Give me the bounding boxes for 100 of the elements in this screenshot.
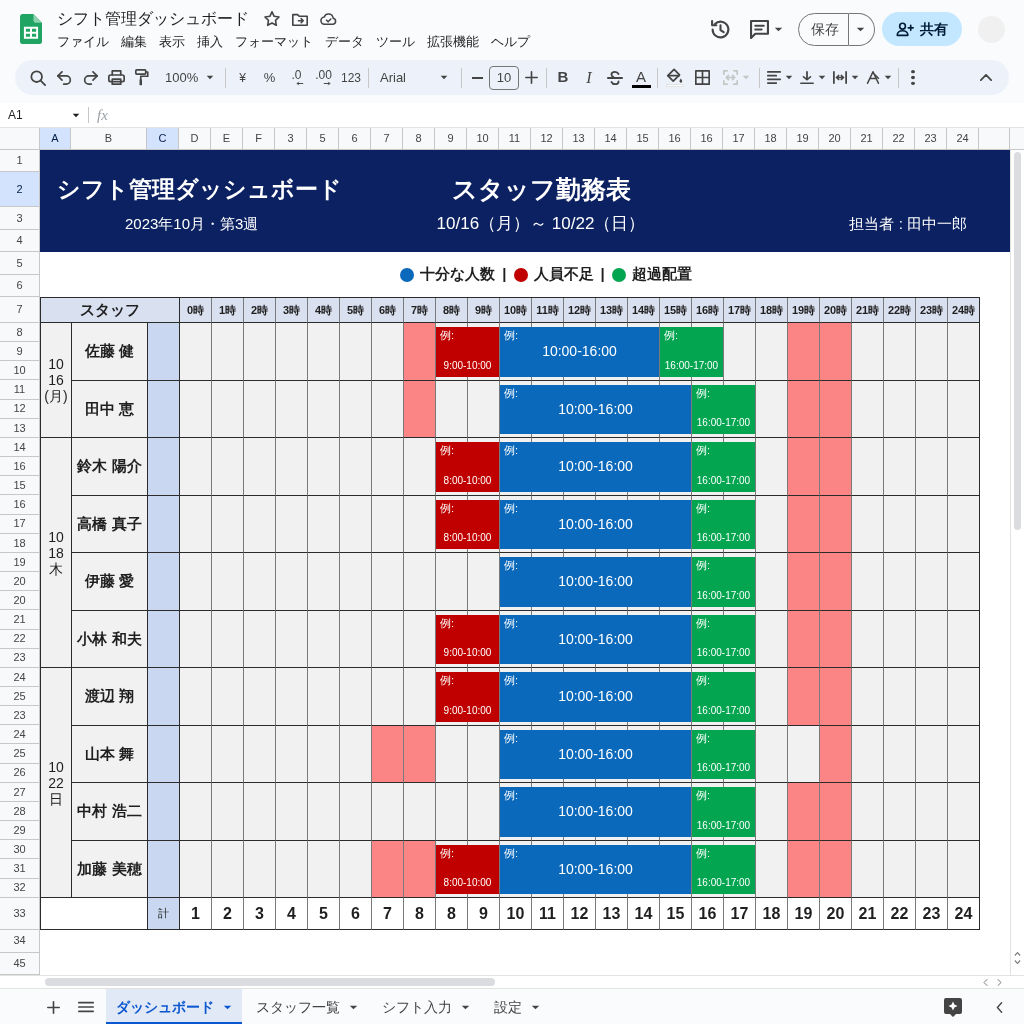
scrollbar-thumb[interactable] bbox=[45, 978, 495, 986]
column-header[interactable]: C bbox=[147, 128, 179, 150]
scroll-up-icon[interactable] bbox=[1014, 951, 1021, 956]
currency-button[interactable]: ¥ bbox=[229, 64, 256, 91]
row-header[interactable]: 23 bbox=[0, 706, 40, 726]
row-header[interactable]: 20 bbox=[0, 591, 40, 611]
italic-button[interactable]: I bbox=[576, 64, 602, 91]
plus-icon[interactable] bbox=[524, 71, 538, 84]
print-icon[interactable] bbox=[107, 70, 125, 85]
paint-format-icon[interactable] bbox=[135, 69, 149, 86]
row-header[interactable]: 24 bbox=[0, 667, 40, 687]
sheet-tab[interactable]: ダッシュボード bbox=[106, 989, 242, 1024]
search-icon[interactable] bbox=[30, 69, 46, 86]
number-format-button[interactable]: 123 bbox=[337, 64, 365, 91]
row-header[interactable]: 24 bbox=[0, 725, 40, 745]
row-header[interactable]: 27 bbox=[0, 782, 40, 802]
chevron-left-icon[interactable] bbox=[996, 1001, 1003, 1013]
borders-icon[interactable] bbox=[694, 70, 710, 85]
row-header[interactable]: 32 bbox=[0, 878, 40, 898]
zoom-dropdown[interactable]: 100% bbox=[155, 64, 222, 91]
row-header[interactable]: 29 bbox=[0, 821, 40, 841]
explore-icon[interactable] bbox=[944, 997, 962, 1017]
menu-item[interactable]: 挿入 bbox=[197, 32, 223, 52]
star-icon[interactable] bbox=[264, 11, 280, 27]
table-header-cell: 23時 bbox=[916, 298, 948, 323]
shift-label: 例: bbox=[440, 845, 455, 861]
scrollbar-thumb[interactable] bbox=[1014, 152, 1021, 530]
menu-item[interactable]: データ bbox=[325, 32, 364, 52]
menu-item[interactable]: 表示 bbox=[159, 32, 185, 52]
row-header[interactable]: 16 bbox=[0, 457, 40, 477]
column-header[interactable]: A bbox=[40, 128, 71, 150]
menu-item[interactable]: 編集 bbox=[121, 32, 147, 52]
name-box[interactable]: A1 bbox=[0, 104, 84, 126]
caret-icon bbox=[72, 112, 80, 118]
strikethrough-icon[interactable] bbox=[607, 69, 623, 86]
menu-item[interactable]: ツール bbox=[376, 32, 415, 52]
shift-time: 9:00-10:00 bbox=[443, 703, 492, 717]
more-icon[interactable] bbox=[911, 70, 915, 85]
decrease-decimal-button[interactable]: .0 bbox=[283, 64, 310, 91]
total-cell: 2 bbox=[212, 898, 244, 930]
total-cell: 19 bbox=[788, 898, 820, 930]
shift-label: 例: bbox=[440, 673, 455, 688]
grid-cell bbox=[884, 380, 916, 438]
share-button[interactable]: 共有 bbox=[882, 12, 962, 46]
row-header[interactable]: 16 bbox=[0, 495, 40, 515]
add-sheet-icon[interactable] bbox=[47, 1000, 60, 1014]
chevron-up-icon[interactable] bbox=[980, 74, 992, 81]
row-header[interactable]: 17 bbox=[0, 514, 40, 534]
row-header[interactable]: 33 bbox=[0, 897, 40, 930]
minus-icon[interactable] bbox=[471, 76, 483, 79]
row-header[interactable]: 11 bbox=[0, 380, 40, 400]
shift-label: 例: bbox=[696, 385, 711, 401]
sheet-tab[interactable]: 設定 bbox=[484, 989, 550, 1024]
menu-item[interactable]: フォーマット bbox=[235, 32, 313, 52]
menu-item[interactable]: ヘルプ bbox=[491, 32, 530, 52]
fill-color-icon[interactable] bbox=[665, 68, 684, 87]
text-color-button[interactable]: A bbox=[631, 67, 651, 88]
row-header[interactable]: 25 bbox=[0, 686, 40, 707]
row-header[interactable]: 31 bbox=[0, 859, 40, 879]
font-size-field[interactable]: 10 bbox=[489, 65, 519, 90]
table-header-cell: 19時 bbox=[788, 298, 820, 323]
row-header[interactable]: 12 bbox=[0, 399, 40, 419]
row-header[interactable]: 7 bbox=[0, 297, 40, 323]
folder-icon[interactable] bbox=[292, 12, 308, 26]
percent-button[interactable]: % bbox=[256, 64, 283, 91]
row-header[interactable]: 22 bbox=[0, 629, 40, 649]
row-header[interactable]: 28 bbox=[0, 801, 40, 822]
menu-item[interactable]: ファイル bbox=[57, 32, 109, 52]
alert-cell bbox=[820, 495, 852, 553]
history-icon[interactable] bbox=[710, 18, 731, 40]
row-header[interactable]: 25 bbox=[0, 744, 40, 764]
document-title[interactable]: シフト管理ダッシュボード bbox=[57, 6, 249, 32]
row-header[interactable]: 23 bbox=[0, 648, 40, 668]
menu-item[interactable]: 拡張機能 bbox=[427, 32, 479, 52]
row-header[interactable]: 2 bbox=[0, 172, 40, 207]
row-header[interactable]: 15 bbox=[0, 476, 40, 496]
row-header[interactable]: 26 bbox=[0, 763, 40, 783]
table-header-cell: 14時 bbox=[628, 298, 660, 323]
row-header[interactable]: 20 bbox=[0, 572, 40, 592]
row-header[interactable]: 8 bbox=[0, 323, 40, 343]
increase-decimal-button[interactable]: .00 bbox=[310, 64, 337, 91]
row-header[interactable]: 9 bbox=[0, 342, 40, 362]
cloud-icon[interactable] bbox=[320, 13, 337, 25]
scroll-down-icon[interactable] bbox=[1014, 960, 1021, 965]
sheet-tab[interactable]: シフト入力 bbox=[372, 989, 480, 1024]
row-header[interactable]: 14 bbox=[0, 437, 40, 458]
row-header[interactable]: 18 bbox=[0, 533, 40, 553]
grid-cell bbox=[244, 323, 276, 381]
row-header[interactable]: 10 bbox=[0, 361, 40, 381]
row-header[interactable]: 13 bbox=[0, 418, 40, 438]
row-header[interactable]: 30 bbox=[0, 840, 40, 860]
sheets-logo-icon[interactable] bbox=[20, 14, 42, 44]
row-header[interactable]: 21 bbox=[0, 610, 40, 630]
font-dropdown[interactable]: Arial bbox=[372, 64, 458, 91]
sheet-tab[interactable]: スタッフ一覧 bbox=[246, 989, 368, 1024]
bold-button[interactable]: B bbox=[550, 64, 576, 91]
all-sheets-icon[interactable] bbox=[78, 1001, 94, 1013]
undo-icon[interactable] bbox=[56, 70, 72, 85]
row-header[interactable]: 19 bbox=[0, 552, 40, 573]
redo-icon[interactable] bbox=[82, 70, 98, 85]
